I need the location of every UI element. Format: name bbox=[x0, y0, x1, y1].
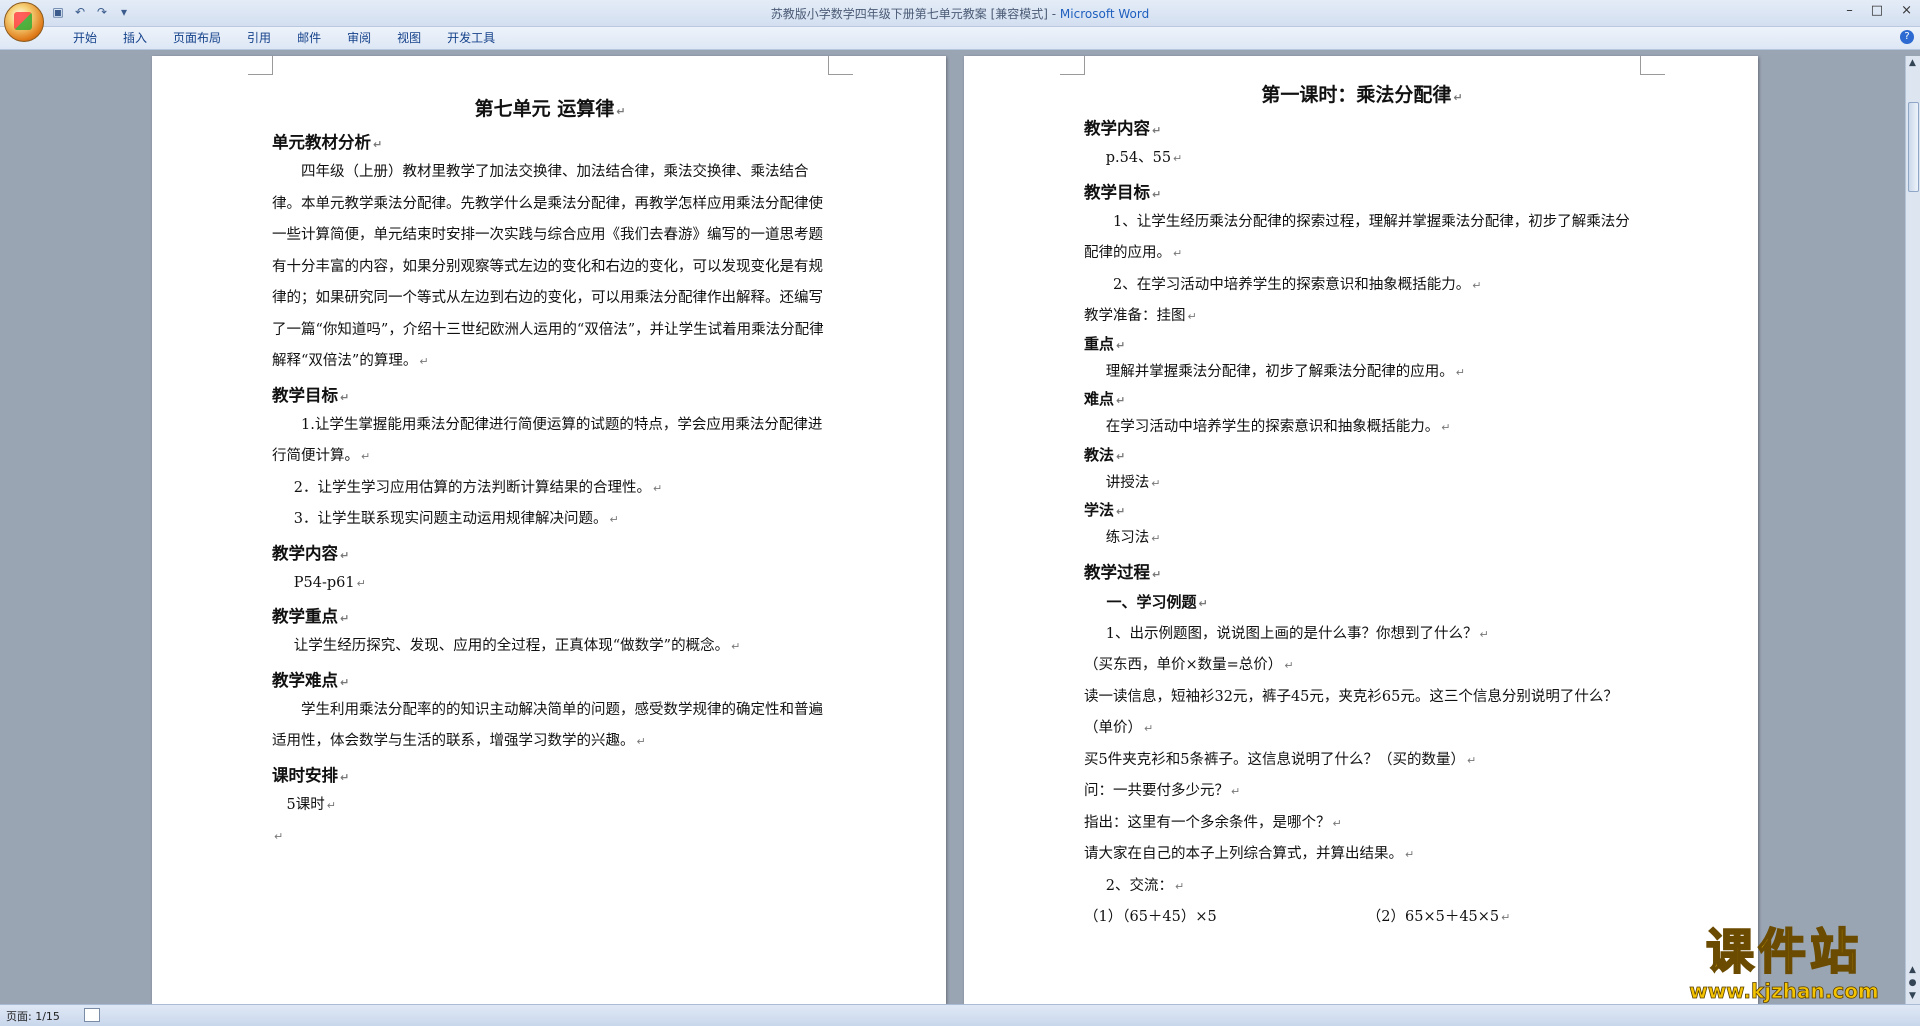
paragraph: 1、出示例题图，说说图上画的是什么事？你想到了什么？ ↵ bbox=[1105, 625, 1489, 642]
window-controls: – □ × bbox=[1846, 3, 1912, 18]
next-page-icon[interactable]: ▼ bbox=[1907, 991, 1918, 1002]
equation-1: （1）（65＋45）×5 bbox=[1084, 909, 1217, 925]
app-name: Microsoft Word bbox=[1059, 7, 1150, 21]
paragraph: 问：一共要付多少元？ ↵ bbox=[1084, 783, 1241, 799]
paragraph: 在学习活动中培养学生的探索意识和抽象概括能力。 ↵ bbox=[1105, 419, 1451, 435]
page-counter[interactable]: 页面: 1/15 bbox=[6, 1008, 60, 1024]
ribbon: 开始 插入 页面布局 引用 邮件 审阅 视图 开发工具 ? bbox=[0, 27, 1920, 50]
watermark-logo: 课件站 www.kjzhan.com bbox=[1666, 924, 1902, 1004]
paragraph: 5课时 ↵ bbox=[286, 796, 336, 813]
empty-paragraph: ↵ bbox=[274, 830, 284, 843]
label-heading: 重点 ↵ bbox=[1084, 334, 1126, 353]
section-heading: 教学过程 ↵ bbox=[1084, 562, 1162, 582]
tab-developer[interactable]: 开发工具 bbox=[434, 30, 508, 46]
paragraph: p.54、55 ↵ bbox=[1105, 150, 1183, 166]
paragraph: 讲授法 ↵ bbox=[1105, 474, 1161, 491]
paragraph: 读一读信息，短袖衫32元，裤子45元，夹克衫65元。这三个信息分别说明了什么？（… bbox=[1084, 688, 1618, 737]
label-heading: 学法 ↵ bbox=[1084, 501, 1126, 519]
step-heading: 一、学习例题 ↵ bbox=[1106, 592, 1208, 611]
margin-corner-mark bbox=[248, 56, 273, 75]
minimize-button[interactable]: – bbox=[1846, 3, 1853, 18]
paragraph: 买5件夹克衫和5条裤子。这信息说明了什么？（买的数量） ↵ bbox=[1084, 751, 1477, 768]
document-title: 苏教版小学数学四年级下册第七单元教案 [兼容模式] - bbox=[770, 7, 1060, 21]
watermark-text: 课件站 bbox=[1705, 924, 1862, 980]
title-bar: ▣ ↶ ↷ ▾ 苏教版小学数学四年级下册第七单元教案 [兼容模式] - Micr… bbox=[0, 0, 1920, 42]
section-heading: 单元教材分析 ↵ bbox=[272, 133, 383, 152]
scroll-up-icon[interactable]: ▲ bbox=[1907, 58, 1918, 69]
document-page-2[interactable]: 第一课时：乘法分配律 ↵ 教学内容 ↵ p.54、55 ↵ 教学目标 ↵ 1、让学生经历… bbox=[964, 56, 1758, 1004]
margin-corner-mark bbox=[1060, 56, 1085, 75]
vertical-scrollbar[interactable]: ▲ ▲ ● ▼ bbox=[1905, 56, 1920, 1004]
page-2-content: 第一课时：乘法分配律 ↵ 教学内容 ↵ p.54、55 ↵ 教学目标 ↵ 1、让学生经历… bbox=[1084, 82, 1640, 934]
tab-mailings[interactable]: 邮件 bbox=[284, 30, 334, 46]
paragraph: 教学准备：挂图 ↵ bbox=[1084, 308, 1197, 324]
goal-item: 1、让学生经历乘法分配律的探索过程，理解并掌握乘法分配律，初步了解乘法分配律的应… bbox=[1084, 213, 1630, 262]
section-heading: 教学目标 ↵ bbox=[272, 385, 350, 405]
tab-references[interactable]: 引用 bbox=[234, 30, 284, 46]
paragraph: 指出：这里有一个多余条件，是哪个？ ↵ bbox=[1084, 814, 1342, 831]
watermark-url: www.kjzhan.com bbox=[1689, 979, 1879, 1004]
tab-insert[interactable]: 插入 bbox=[110, 30, 160, 46]
section-heading: 课时安排 ↵ bbox=[272, 765, 350, 785]
section-heading: 教学内容 ↵ bbox=[1084, 119, 1162, 138]
margin-corner-mark bbox=[828, 56, 853, 75]
paragraph: 理解并掌握乘法分配律，初步了解乘法分配律的应用。 ↵ bbox=[1105, 363, 1465, 380]
paragraph: 学生利用乘法分配率的的知识主动解决简单的问题，感受数学规律的确定性和普遍适用性，… bbox=[272, 701, 823, 750]
paragraph: 练习法 ↵ bbox=[1105, 530, 1161, 546]
status-bar: 页面: 1/15 bbox=[0, 1004, 1920, 1026]
goal-item: 2、在学习活动中培养学生的探索意识和抽象概括能力。 ↵ bbox=[1113, 276, 1482, 293]
close-button[interactable]: × bbox=[1901, 3, 1912, 18]
section-heading: 教学内容 ↵ bbox=[272, 543, 350, 563]
browse-object-icon[interactable]: ● bbox=[1907, 978, 1918, 989]
proofing-icon[interactable] bbox=[84, 1008, 100, 1022]
label-heading: 难点 ↵ bbox=[1084, 390, 1126, 408]
window-title: 苏教版小学数学四年级下册第七单元教案 [兼容模式] - Microsoft Wo… bbox=[0, 5, 1920, 22]
tab-page-layout[interactable]: 页面布局 bbox=[160, 30, 234, 46]
page-1-content: 第七单元 运算律 ↵ 单元教材分析 ↵ 四年级（上册）教材里教学了加法交换律、加法结… bbox=[272, 96, 828, 853]
section-heading: 教学重点 ↵ bbox=[272, 607, 350, 626]
equation-row: （1）（65＋45）×5 （2）65×5＋45×5 ↵ bbox=[1084, 909, 1511, 925]
section-heading: 教学目标 ↵ bbox=[1084, 182, 1162, 202]
goal-item: 2．让学生学习应用估算的方法判断计算结果的合理性。 ↵ bbox=[293, 479, 663, 496]
previous-page-icon[interactable]: ▲ bbox=[1907, 965, 1918, 976]
tab-review[interactable]: 审阅 bbox=[334, 30, 384, 46]
lesson-title: 第一课时：乘法分配律 ↵ bbox=[1261, 84, 1463, 106]
margin-corner-mark bbox=[1640, 56, 1665, 75]
goal-item: 1.让学生掌握能用乘法分配律进行简便运算的试题的特点，学会应用乘法分配律进行简便… bbox=[272, 416, 823, 465]
tab-home[interactable]: 开始 bbox=[60, 30, 110, 46]
paragraph: 2、交流： ↵ bbox=[1105, 877, 1185, 894]
section-heading: 教学难点 ↵ bbox=[272, 670, 350, 690]
tab-view[interactable]: 视图 bbox=[384, 30, 434, 46]
paragraph: 请大家在自己的本子上列综合算式，并算出结果。 ↵ bbox=[1084, 846, 1415, 862]
paragraph: 四年级（上册）教材里教学了加法交换律、加法结合律，乘法交换律、乘法结合律。本单元… bbox=[272, 164, 824, 369]
paragraph: P54-p61 ↵ bbox=[293, 574, 366, 591]
ribbon-tabs: 开始 插入 页面布局 引用 邮件 审阅 视图 开发工具 bbox=[60, 30, 508, 46]
unit-title: 第七单元 运算律 ↵ bbox=[474, 98, 626, 120]
scroll-thumb[interactable] bbox=[1908, 102, 1919, 192]
goal-item: 3．让学生联系现实问题主动运用规律解决问题。 ↵ bbox=[293, 511, 619, 527]
label-heading: 教法 ↵ bbox=[1084, 445, 1126, 464]
paragraph: （买东西，单价×数量=总价） ↵ bbox=[1084, 657, 1294, 673]
equation-2: （2）65×5＋45×5 bbox=[1366, 909, 1500, 925]
office-button[interactable] bbox=[4, 2, 44, 42]
help-icon[interactable]: ? bbox=[1900, 30, 1914, 44]
document-page-1[interactable]: 第七单元 运算律 ↵ 单元教材分析 ↵ 四年级（上册）教材里教学了加法交换律、加法结… bbox=[152, 56, 946, 1004]
maximize-button[interactable]: □ bbox=[1871, 3, 1883, 18]
paragraph: 让学生经历探究、发现、应用的全过程，正真体现“做数学”的概念。 ↵ bbox=[293, 638, 741, 654]
